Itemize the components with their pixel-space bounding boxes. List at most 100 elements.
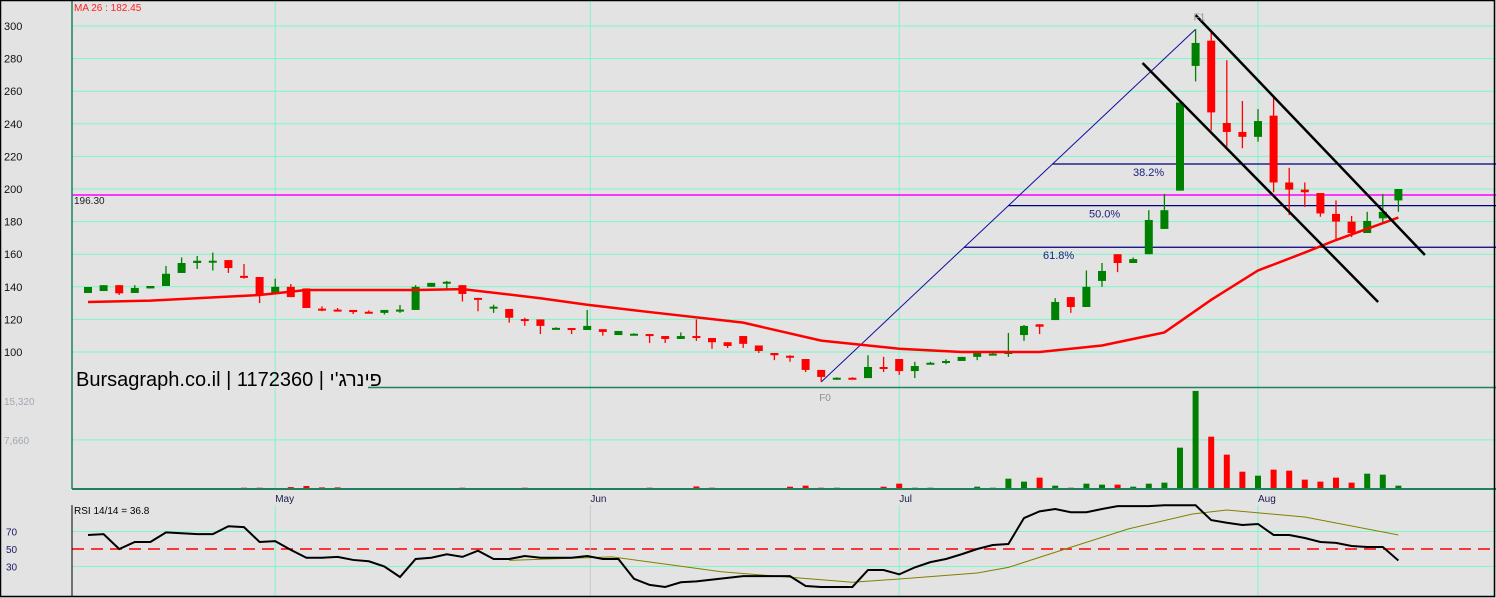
candle-down bbox=[1113, 254, 1122, 264]
candle-down bbox=[1347, 221, 1356, 234]
candle-up bbox=[1129, 259, 1138, 264]
candle-down bbox=[598, 329, 607, 332]
candle-down bbox=[1035, 324, 1044, 327]
candle-down bbox=[318, 308, 326, 311]
candle-down bbox=[1332, 213, 1340, 222]
candle-down bbox=[661, 336, 670, 339]
candle-up bbox=[1254, 121, 1262, 137]
candle-up bbox=[177, 263, 186, 273]
price-tick-label: 100 bbox=[4, 347, 22, 359]
candle-down bbox=[739, 336, 748, 344]
fib-level-label: 38.2% bbox=[1133, 167, 1164, 179]
candle-up bbox=[583, 325, 592, 330]
candle-up bbox=[832, 377, 841, 380]
volume-bar bbox=[1379, 474, 1386, 489]
candle-up bbox=[1098, 270, 1106, 281]
candle-up bbox=[1394, 189, 1403, 201]
candle-up bbox=[193, 260, 202, 264]
volume-bar bbox=[1239, 471, 1246, 489]
rsi-tick-label: 70 bbox=[6, 528, 18, 539]
price-tick-label: 120 bbox=[4, 314, 22, 326]
volume-bar bbox=[1255, 475, 1261, 489]
candle-down bbox=[349, 309, 358, 313]
volume-bar bbox=[1270, 469, 1277, 489]
month-label: Jul bbox=[899, 494, 912, 505]
candle-down bbox=[224, 260, 233, 269]
candle-up bbox=[427, 282, 436, 287]
candle-up bbox=[442, 281, 451, 284]
candle-down bbox=[1285, 182, 1294, 190]
volume-bar bbox=[1333, 477, 1339, 489]
candle-down bbox=[786, 355, 794, 358]
candle-down bbox=[364, 311, 373, 314]
candle-down bbox=[520, 319, 529, 322]
candle-up bbox=[1144, 219, 1153, 255]
candle-down bbox=[474, 297, 482, 300]
volume-bar bbox=[1192, 390, 1199, 489]
chart-background bbox=[0, 0, 1496, 598]
price-tick-label: 280 bbox=[4, 54, 22, 66]
candle-up bbox=[99, 285, 108, 292]
candle-up bbox=[1082, 286, 1091, 308]
candle-down bbox=[1316, 193, 1325, 214]
candle-up bbox=[1051, 301, 1060, 321]
candle-down bbox=[1066, 297, 1075, 308]
candle-up bbox=[208, 260, 217, 263]
price-tick-label: 180 bbox=[4, 217, 22, 229]
volume-bar bbox=[1036, 477, 1043, 489]
volume-bar bbox=[1286, 470, 1293, 489]
candle-down bbox=[817, 369, 826, 377]
candle-down bbox=[333, 309, 342, 312]
candle-up bbox=[942, 360, 950, 363]
price-tick-label: 220 bbox=[4, 151, 22, 163]
candle-up bbox=[988, 353, 997, 356]
month-label: Jun bbox=[590, 494, 606, 505]
fib-level-label: 50.0% bbox=[1089, 209, 1120, 221]
candle-down bbox=[505, 308, 514, 318]
month-label: May bbox=[275, 494, 294, 505]
candle-up bbox=[380, 309, 389, 313]
price-tick-label: 160 bbox=[4, 249, 22, 261]
candle-up bbox=[910, 366, 919, 372]
candle-down bbox=[708, 337, 716, 343]
price-tick-label: 240 bbox=[4, 119, 22, 131]
candle-down bbox=[723, 342, 732, 346]
price-tick-label: 140 bbox=[4, 282, 22, 294]
ma-label: MA 26 : 182.45 bbox=[74, 3, 142, 14]
volume-bar bbox=[1177, 447, 1183, 489]
candle-up bbox=[1020, 325, 1028, 336]
candle-up bbox=[1191, 42, 1200, 66]
candle-down bbox=[879, 366, 888, 369]
month-label: Aug bbox=[1258, 494, 1276, 505]
volume-bar bbox=[1317, 481, 1324, 489]
candle-down bbox=[255, 277, 264, 294]
chart-title: Bursagraph.co.il | 1172360 | פינרג'י bbox=[76, 369, 382, 391]
candle-up bbox=[130, 287, 139, 293]
candle-up bbox=[973, 352, 982, 357]
volume-bar bbox=[1005, 478, 1012, 489]
candle-up bbox=[676, 336, 685, 339]
volume-bar bbox=[1021, 481, 1027, 489]
candle-down bbox=[692, 336, 701, 339]
volume-bar bbox=[1208, 436, 1215, 489]
rsi-tick-label: 50 bbox=[6, 545, 18, 556]
candle-down bbox=[1269, 115, 1278, 183]
candle-up bbox=[146, 285, 155, 289]
candle-down bbox=[645, 334, 654, 337]
volume-tick-label: 7,660 bbox=[4, 436, 29, 447]
candle-up bbox=[1176, 102, 1184, 191]
horizontal-line-label: 196.30 bbox=[74, 196, 105, 207]
candle-up bbox=[926, 362, 935, 365]
price-tick-label: 300 bbox=[4, 21, 22, 33]
candle-up bbox=[614, 330, 623, 336]
fib-end-label: F1 bbox=[1194, 12, 1206, 23]
candle-down bbox=[1207, 40, 1216, 113]
candle-down bbox=[754, 345, 763, 352]
candle-up bbox=[396, 309, 404, 312]
rsi-label: RSI 14/14 = 36.8 bbox=[74, 506, 150, 517]
candle-down bbox=[770, 352, 779, 356]
candle-up bbox=[1160, 210, 1169, 229]
rsi-tick-label: 30 bbox=[6, 563, 18, 574]
volume-bar bbox=[1364, 473, 1371, 489]
candle-up bbox=[630, 333, 638, 336]
